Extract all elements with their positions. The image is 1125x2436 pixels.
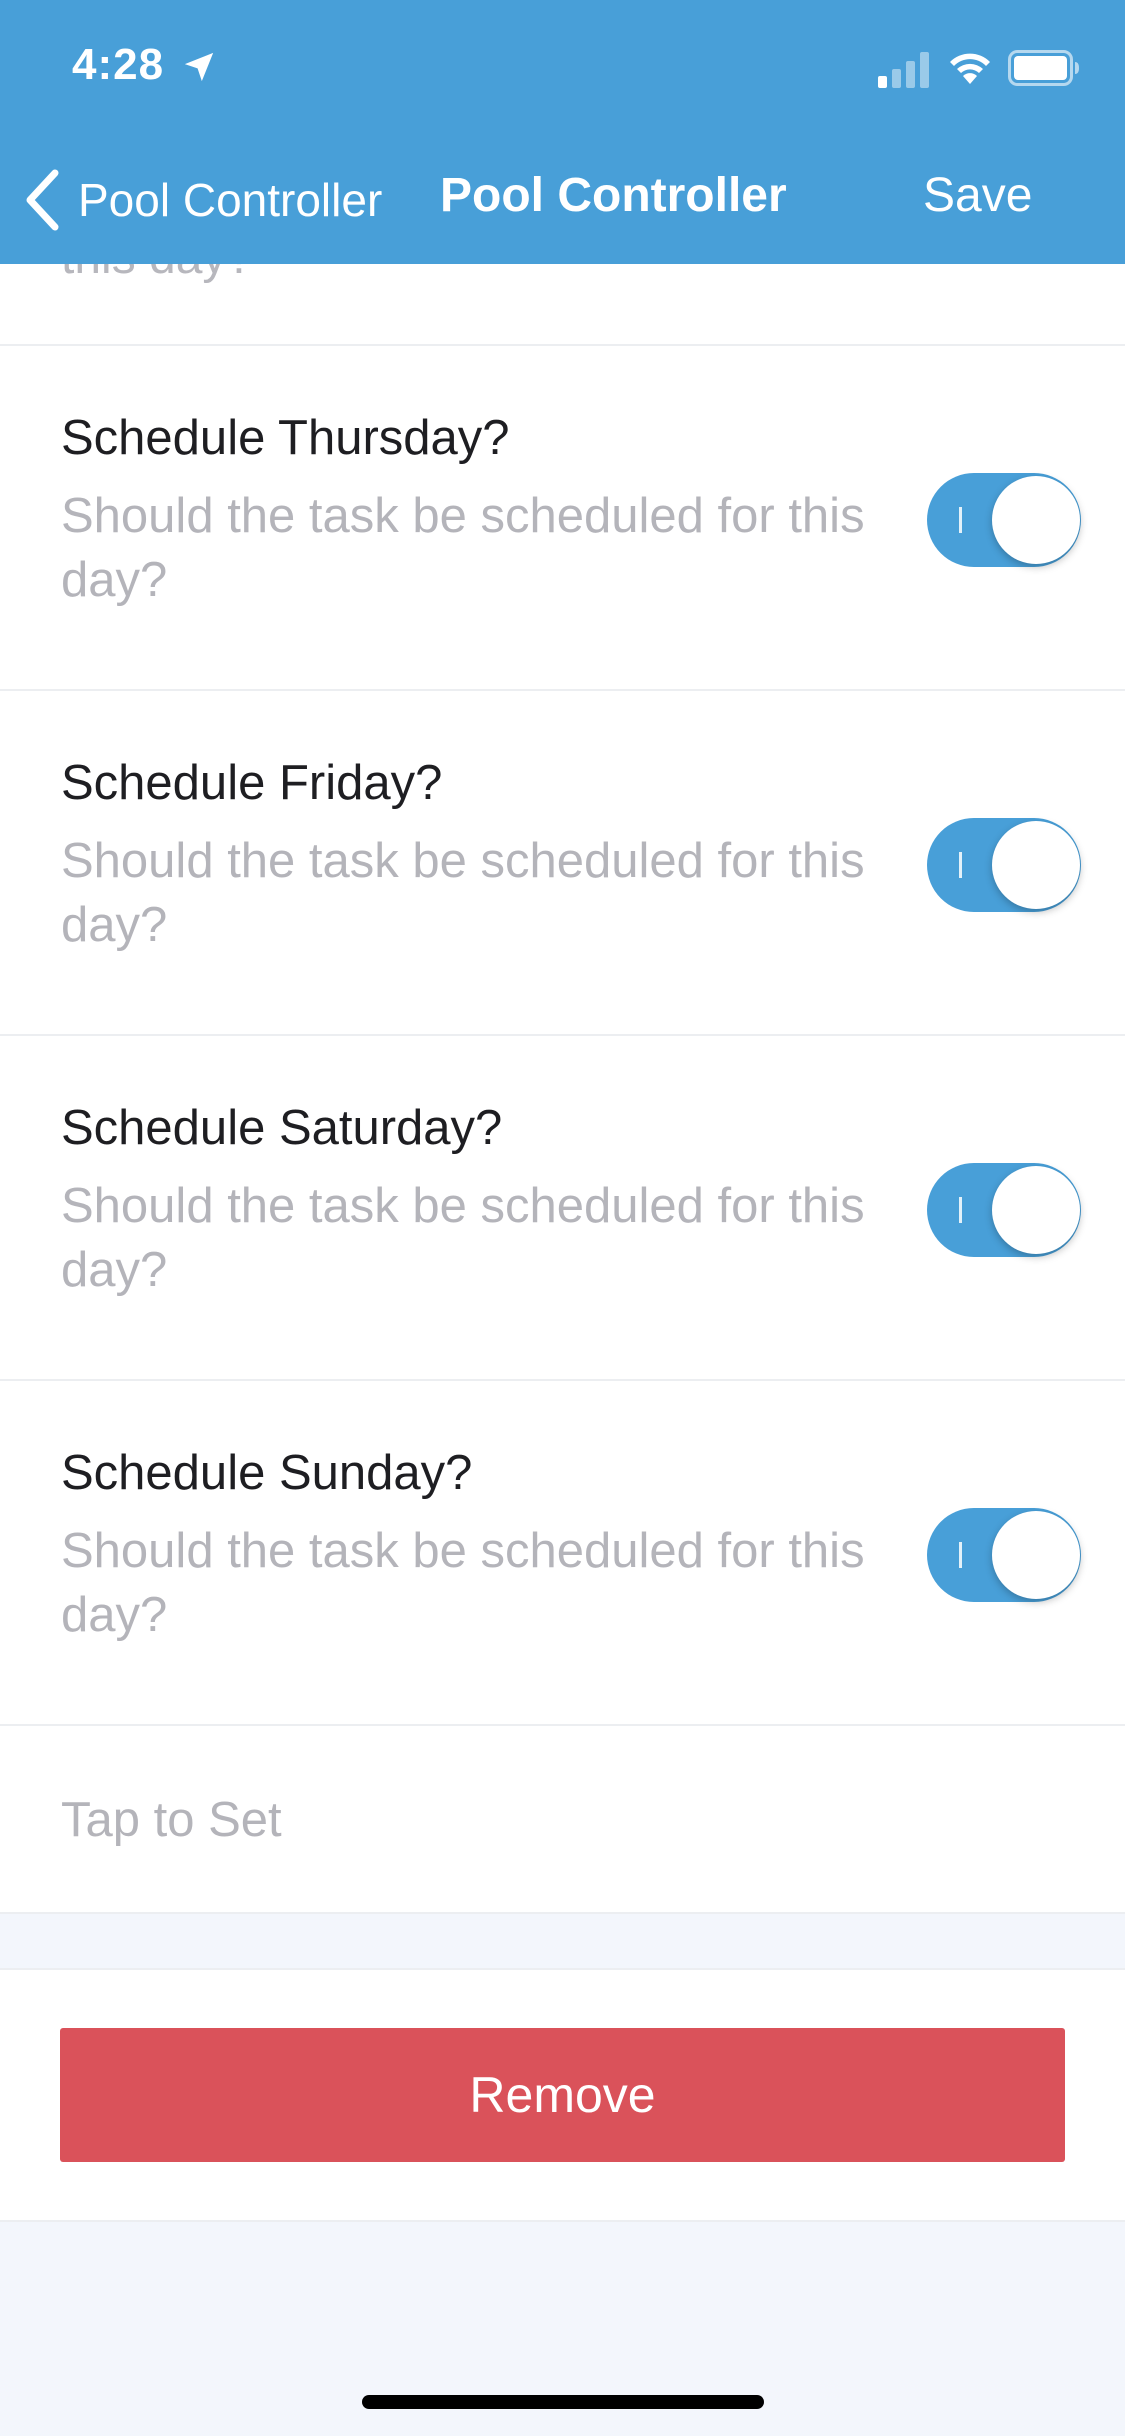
toggle-on-mark <box>959 1542 962 1568</box>
row-title: Schedule Saturday? <box>61 1101 503 1155</box>
list-item-friday: Schedule Friday? Should the task be sche… <box>0 691 1125 1036</box>
toggle-knob <box>992 1166 1080 1254</box>
row-title: Schedule Thursday? <box>61 411 510 465</box>
toggle-knob <box>992 476 1080 564</box>
remove-button[interactable]: Remove <box>60 2028 1065 2162</box>
row-subtitle: Should the task be scheduled for this da… <box>61 489 865 607</box>
row-title: Schedule Sunday? <box>61 1446 473 1500</box>
row-subtitle: Should the task be scheduled for this da… <box>61 1179 865 1297</box>
save-button[interactable]: Save <box>923 168 1032 223</box>
list-item-saturday: Schedule Saturday? Should the task be sc… <box>0 1036 1125 1381</box>
schedule-list: this day? Schedule Thursday? Should the … <box>0 264 1125 1914</box>
status-time: 4:28 <box>72 40 165 89</box>
tap-to-set-row[interactable]: Tap to Set <box>0 1726 1125 1914</box>
screen: 4:28 Pool Controller Pool Controller Sav… <box>0 0 1125 2436</box>
toggle-on-mark <box>959 1197 962 1223</box>
row-title: Schedule Friday? <box>61 756 443 810</box>
sunday-toggle[interactable] <box>927 1508 1081 1602</box>
back-button-label: Pool Controller <box>78 174 383 226</box>
toggle-knob <box>992 1511 1080 1599</box>
friday-toggle[interactable] <box>927 818 1081 912</box>
list-item-sunday: Schedule Sunday? Should the task be sche… <box>0 1381 1125 1726</box>
list-item-thursday: Schedule Thursday? Should the task be sc… <box>0 346 1125 691</box>
tap-to-set-label: Tap to Set <box>61 1793 282 1847</box>
cellular-signal-icon <box>878 52 929 88</box>
toggle-knob <box>992 821 1080 909</box>
section-spacer <box>0 1914 1125 1968</box>
page-title: Pool Controller <box>440 169 787 222</box>
location-arrow-icon <box>184 52 214 82</box>
battery-icon <box>1008 50 1079 86</box>
back-button[interactable]: Pool Controller <box>22 162 382 238</box>
row-subtitle: Should the task be scheduled for this da… <box>61 1524 865 1642</box>
thursday-toggle[interactable] <box>927 473 1081 567</box>
partial-row-subtitle: this day? <box>61 264 253 285</box>
row-subtitle: Should the task be scheduled for this da… <box>61 834 865 952</box>
home-indicator[interactable] <box>362 2395 764 2409</box>
chevron-left-icon <box>26 169 59 231</box>
nav-header: 4:28 Pool Controller Pool Controller Sav… <box>0 0 1125 264</box>
toggle-on-mark <box>959 507 962 533</box>
wifi-icon <box>950 53 990 84</box>
saturday-toggle[interactable] <box>927 1163 1081 1257</box>
remove-section: Remove <box>0 1968 1125 2222</box>
toggle-on-mark <box>959 852 962 878</box>
list-item-partial: this day? <box>0 264 1125 346</box>
